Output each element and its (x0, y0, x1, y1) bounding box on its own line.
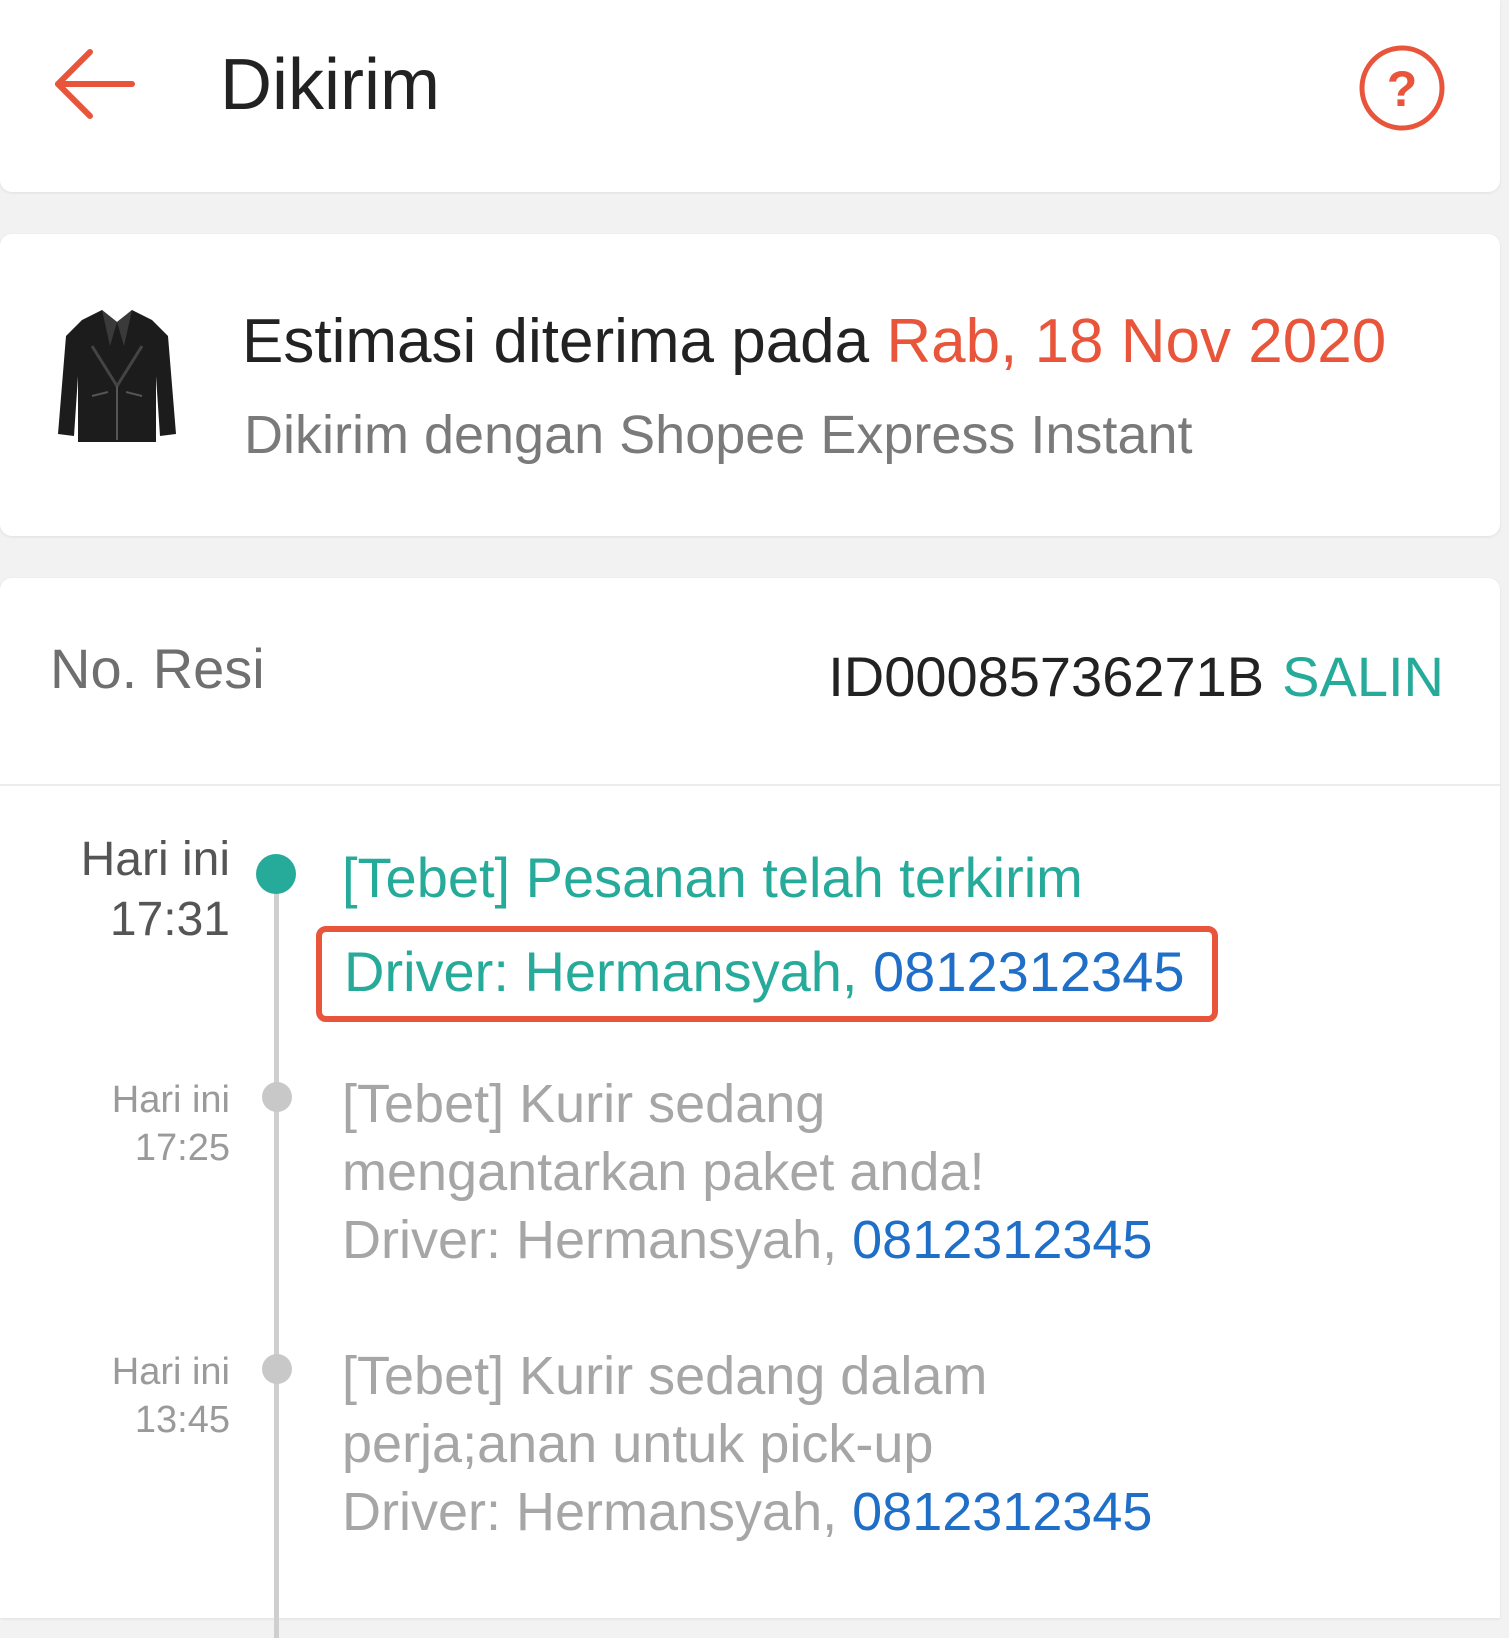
event-timestamp: Hari ini 17:31 (40, 830, 230, 950)
driver-phone-link[interactable]: 0812312345 (852, 1482, 1152, 1542)
estimate-prefix: Estimasi diterima pada (242, 307, 870, 376)
copy-button[interactable]: SALIN (1282, 645, 1444, 708)
help-button[interactable]: ? (1356, 42, 1448, 134)
driver-name: Driver: Hermansyah, (344, 940, 858, 1003)
event-title-line: [Tebet] Kurir sedang (342, 1074, 826, 1134)
event-driver: Driver: Hermansyah, 0812312345 (342, 1206, 1462, 1274)
event-timestamp: Hari ini 13:45 (40, 1348, 230, 1444)
event-day: Hari ini (111, 1079, 230, 1121)
back-button[interactable] (50, 42, 140, 132)
tracking-number: ID00085736271B (828, 645, 1265, 708)
event-day: Hari ini (80, 833, 230, 886)
estimate-text: Estimasi diterima pada Rab, 18 Nov 2020 (242, 302, 1386, 382)
product-thumbnail (52, 306, 182, 456)
event-timestamp: Hari ini 17:25 (40, 1076, 230, 1172)
tracking-card: No. Resi ID00085736271B SALIN Hari ini 17… (0, 578, 1500, 1638)
top-app-bar: Dikirim ? (0, 0, 1500, 192)
event-time: 13:45 (134, 1399, 230, 1441)
tracking-event: [Tebet] Pesanan telah terkirim Driver: H… (316, 844, 1462, 1022)
tracking-number-value: ID00085736271B SALIN (828, 642, 1444, 712)
event-title-line: mengantarkan paket anda! (342, 1142, 985, 1202)
event-title: [Tebet] Pesanan telah terkirim (342, 846, 1083, 909)
timeline-dot-active (256, 854, 296, 894)
event-driver: Driver: Hermansyah, 0812312345 (342, 1478, 1462, 1546)
driver-name: Driver: Hermansyah, (342, 1210, 838, 1270)
timeline-dot (262, 1354, 292, 1384)
event-title-line: perja;anan untuk pick-up (342, 1414, 934, 1474)
event-time: 17:25 (134, 1127, 230, 1169)
leather-jacket-image (58, 310, 176, 442)
estimate-date: Rab, 18 Nov 2020 (886, 307, 1387, 376)
question-circle-icon: ? (1359, 45, 1445, 131)
arrow-left-icon (55, 49, 135, 119)
event-driver: Driver: Hermansyah, 0812312345 (344, 936, 1184, 1008)
timeline-dot (262, 1082, 292, 1112)
timeline-line (274, 878, 279, 1638)
shipping-method: Dikirim dengan Shopee Express Instant (244, 405, 1193, 465)
tracking-number-label: No. Resi (50, 637, 265, 700)
driver-name: Driver: Hermansyah, (342, 1482, 838, 1542)
event-time: 17:31 (109, 893, 230, 946)
tracking-number-row: No. Resi ID00085736271B SALIN (0, 578, 1500, 786)
svg-text:?: ? (1387, 61, 1418, 117)
page-title: Dikirim (220, 45, 440, 125)
tracking-event: [Tebet] Kurir sedang mengantarkan paket … (342, 1070, 1462, 1274)
driver-phone-link[interactable]: 0812312345 (873, 940, 1184, 1003)
driver-phone-link[interactable]: 0812312345 (852, 1210, 1152, 1270)
delivery-estimate-card: Estimasi diterima pada Rab, 18 Nov 2020 … (0, 234, 1500, 536)
event-title-line: [Tebet] Kurir sedang dalam (342, 1346, 988, 1406)
event-day: Hari ini (111, 1351, 230, 1393)
tracking-event: [Tebet] Kurir sedang dalam perja;anan un… (342, 1342, 1462, 1546)
